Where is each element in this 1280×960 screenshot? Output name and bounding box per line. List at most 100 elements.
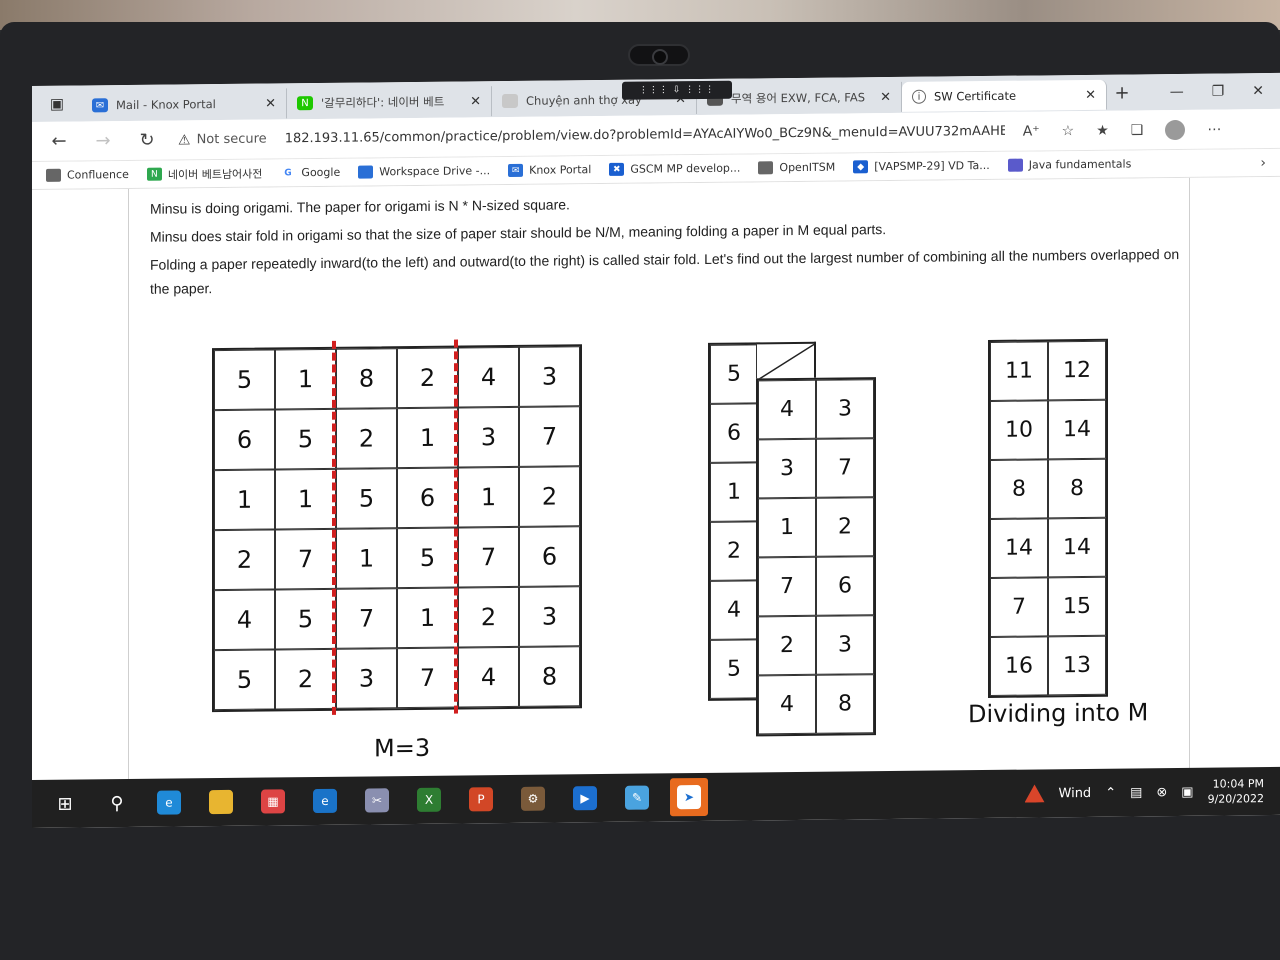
- grid-cell: 1: [275, 468, 336, 530]
- forward-icon[interactable]: →: [90, 130, 116, 151]
- grid-cell: 15: [1048, 576, 1106, 637]
- grid-cell: 7: [336, 588, 397, 649]
- paper-grid: 518243652137115612271576457123523748: [212, 344, 582, 713]
- fav-naver-dict[interactable]: N 네이버 베트남어사전: [146, 165, 262, 182]
- snip-icon[interactable]: ✂: [358, 781, 396, 819]
- dictionary-icon: N: [146, 167, 162, 181]
- folder-icon[interactable]: [202, 783, 240, 821]
- grid-cell: 14: [990, 518, 1048, 578]
- grid-cell: 16: [990, 636, 1048, 696]
- clock[interactable]: 10:04 PM 9/20/2022: [1208, 776, 1264, 807]
- tab-label: Mail - Knox Portal: [116, 97, 216, 113]
- app-icon[interactable]: ▦: [254, 782, 292, 820]
- chevron-right-icon[interactable]: ›: [1260, 155, 1266, 171]
- grid-cell: 4: [710, 580, 758, 640]
- grid-cell: 8: [990, 459, 1048, 519]
- grid-cell: 11: [990, 341, 1048, 401]
- grid-cell: 1: [397, 407, 458, 469]
- edge-icon[interactable]: e: [150, 783, 188, 821]
- excel-icon[interactable]: X: [410, 781, 448, 819]
- search-icon[interactable]: ⚲: [98, 784, 136, 822]
- restore-icon[interactable]: ❐: [1212, 84, 1225, 100]
- more-icon[interactable]: ⋯: [1207, 121, 1221, 137]
- back-icon[interactable]: ←: [46, 131, 72, 152]
- close-window-icon[interactable]: ✕: [1252, 83, 1264, 99]
- java-icon: [1007, 158, 1023, 172]
- close-icon[interactable]: ✕: [880, 90, 891, 105]
- security-indicator[interactable]: ⚠ Not secure: [178, 131, 267, 148]
- grid-cell: 3: [758, 438, 816, 499]
- close-icon[interactable]: ✕: [265, 96, 276, 111]
- status-icon[interactable]: ⊗: [1156, 785, 1167, 800]
- grid-cell: 13: [1048, 635, 1106, 696]
- grid-cell: 8: [519, 646, 580, 707]
- chevron-up-icon[interactable]: ⌃: [1105, 785, 1116, 800]
- favorites-icon[interactable]: ★: [1096, 122, 1109, 138]
- time-label: 10:04 PM: [1212, 777, 1264, 791]
- grid-cell: 3: [519, 346, 580, 407]
- fav-vapsmp[interactable]: ◆ [VAPSMP-29] VD Ta...: [853, 159, 990, 174]
- folded-strip-left: 561245: [708, 342, 760, 701]
- fav-openitsm[interactable]: OpenITSM: [758, 161, 835, 175]
- grid-cell: 7: [758, 556, 816, 617]
- tab-mail[interactable]: ✉ Mail - Knox Portal ✕: [82, 88, 287, 121]
- grid-cell: 3: [816, 615, 874, 675]
- weather-label[interactable]: Wind: [1059, 785, 1092, 800]
- grid-cell: 14: [1048, 399, 1106, 460]
- fav-google[interactable]: G Google: [280, 166, 340, 180]
- naver-icon: N: [297, 96, 313, 111]
- fav-knox-portal[interactable]: ✉ Knox Portal: [508, 163, 591, 178]
- warning-icon: ⚠: [178, 131, 191, 148]
- drive-icon: [358, 165, 374, 179]
- grid-cell: 6: [816, 556, 874, 616]
- remote-toolbar-handle[interactable]: ⋮⋮⋮ ⇩ ⋮⋮⋮: [622, 80, 732, 100]
- tool-icon[interactable]: ⚙: [514, 780, 552, 818]
- grid-cell: 4: [458, 646, 519, 708]
- grid-cell: 5: [397, 527, 458, 589]
- fav-label: Workspace Drive -...: [379, 164, 491, 179]
- grid-cell: 5: [336, 468, 397, 529]
- tab-naver[interactable]: N '갈무리하다': 네이버 베트 ✕: [287, 86, 492, 119]
- fav-label: Confluence: [67, 167, 129, 182]
- grid-cell: 3: [458, 406, 519, 468]
- webcam-icon: [628, 44, 690, 66]
- grid-cell: 5: [710, 344, 758, 404]
- tab-sw-certificate[interactable]: i SW Certificate ✕: [902, 79, 1107, 112]
- grid-cell: 5: [214, 349, 275, 411]
- network-icon[interactable]: ▤: [1130, 785, 1142, 800]
- ie-icon[interactable]: e: [306, 782, 344, 820]
- start-icon[interactable]: ⊞: [46, 784, 84, 822]
- jira-icon: ◆: [853, 160, 869, 174]
- tab-label: SW Certificate: [934, 88, 1017, 104]
- refresh-icon[interactable]: ↻: [134, 130, 160, 151]
- grid-cell: 2: [397, 347, 458, 409]
- new-tab-button[interactable]: +: [1107, 82, 1137, 103]
- fav-java[interactable]: Java fundamentals: [1007, 157, 1131, 172]
- fav-confluence[interactable]: Confluence: [46, 168, 129, 182]
- fav-workspace-drive[interactable]: Workspace Drive -...: [358, 164, 491, 179]
- tab-actions-icon[interactable]: ▣: [32, 85, 82, 122]
- confluence-icon: [46, 168, 61, 182]
- fav-gscm[interactable]: ✖ GSCM MP develop...: [609, 162, 740, 176]
- grid-cell: 5: [275, 588, 336, 650]
- media-icon[interactable]: ▶: [566, 779, 604, 817]
- grid-cell: 2: [758, 615, 816, 676]
- read-aloud-icon[interactable]: A⁺: [1023, 123, 1040, 139]
- close-icon[interactable]: ✕: [1085, 87, 1096, 102]
- powerpoint-icon[interactable]: P: [462, 780, 500, 818]
- page-icon: [502, 93, 518, 109]
- fold-count-caption: M=3: [374, 733, 431, 763]
- window-controls: — ❐ ✕: [1170, 83, 1280, 100]
- add-favorite-icon[interactable]: ☆: [1062, 123, 1075, 139]
- grid-cell: 8: [336, 348, 397, 409]
- editor-icon[interactable]: ✎: [618, 778, 656, 816]
- profile-avatar[interactable]: [1165, 119, 1186, 140]
- security-label: Not secure: [196, 131, 267, 148]
- minimize-icon[interactable]: —: [1170, 84, 1184, 100]
- ime-icon[interactable]: ▣: [1181, 784, 1193, 799]
- collections-icon[interactable]: ❏: [1131, 122, 1144, 138]
- remote-app-icon[interactable]: ➤: [670, 777, 708, 817]
- url-field[interactable]: 182.193.11.65/common/practice/problem/vi…: [285, 124, 1005, 147]
- close-icon[interactable]: ✕: [470, 94, 481, 109]
- mail-icon: ✉: [508, 163, 524, 178]
